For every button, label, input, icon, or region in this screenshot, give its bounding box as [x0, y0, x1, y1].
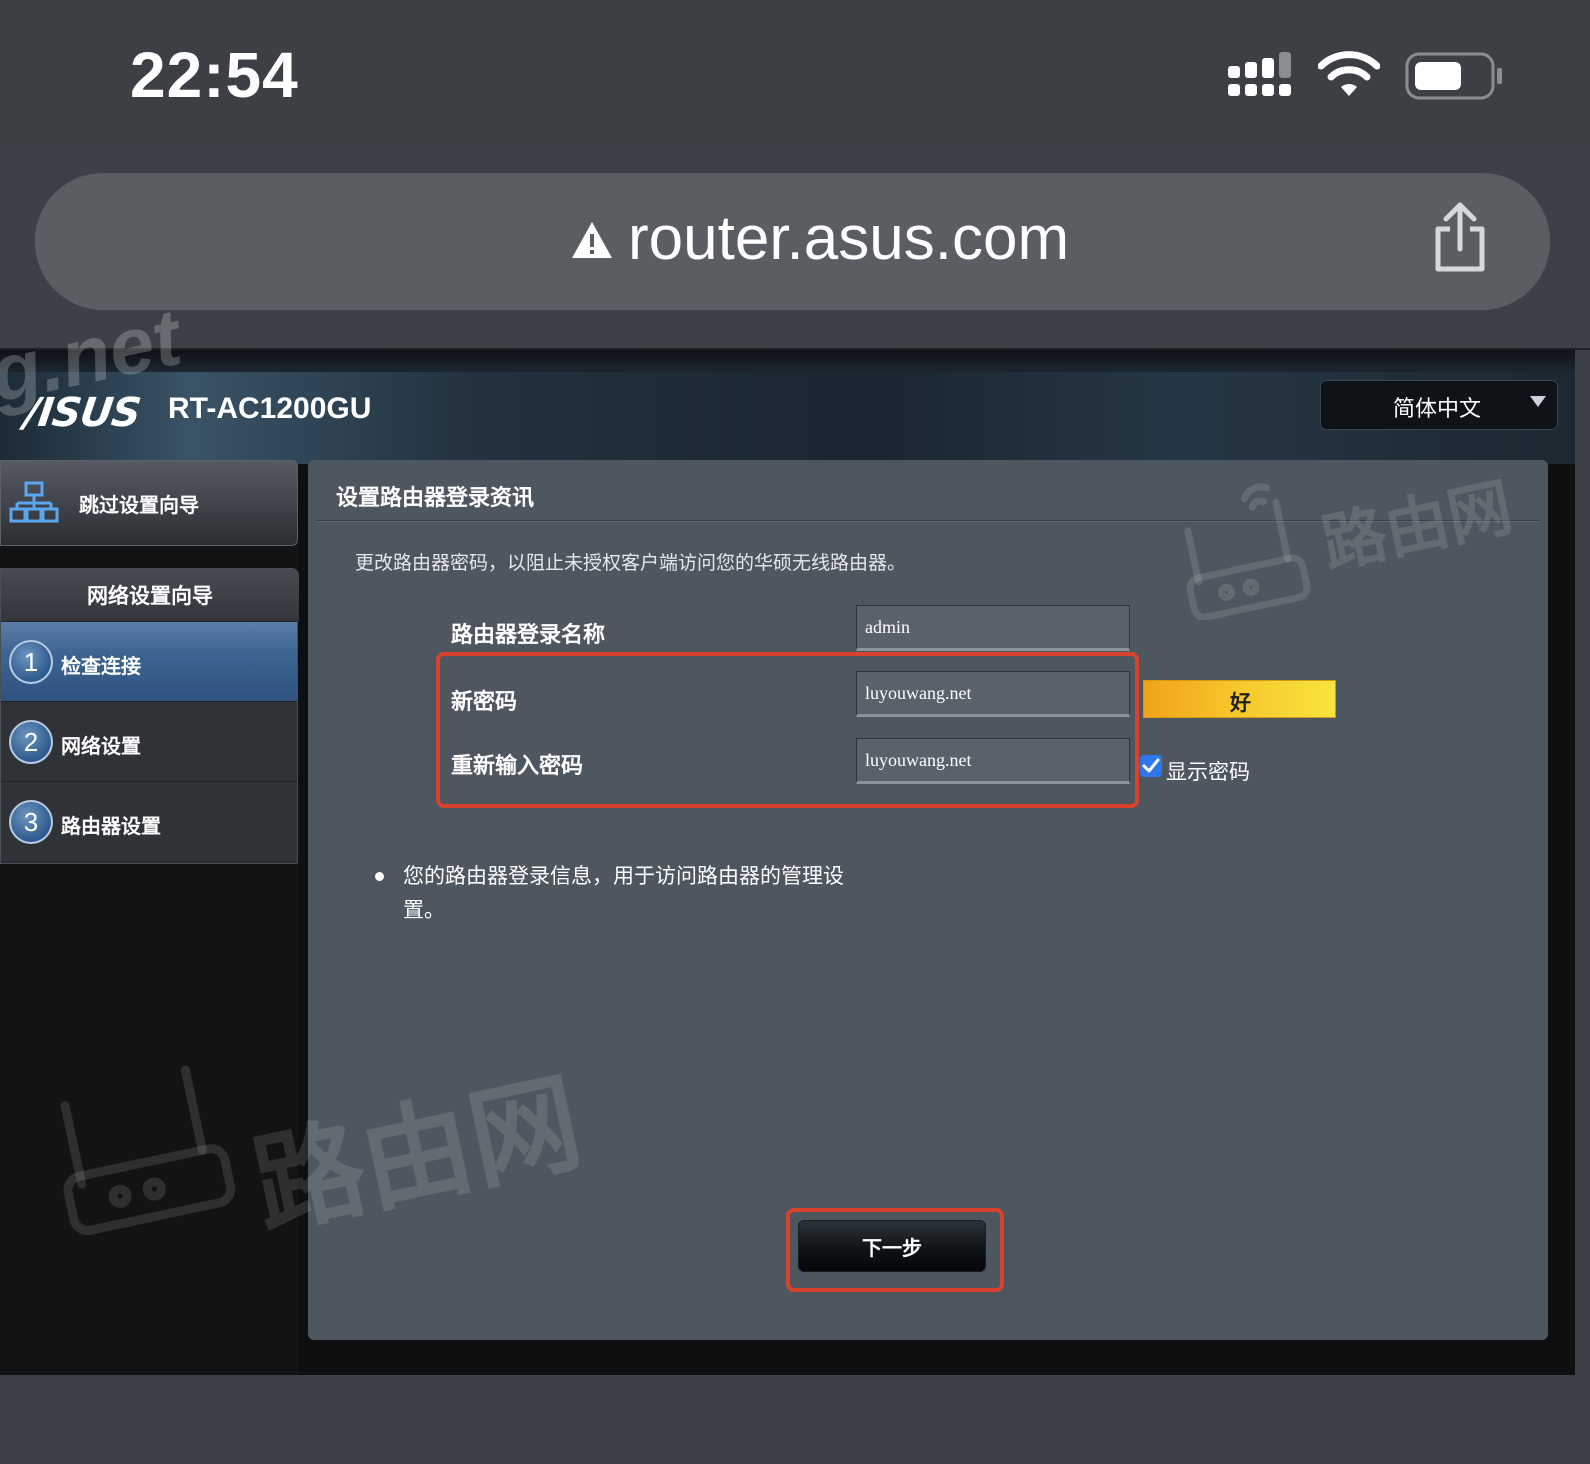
annotation-highlight-password-fields — [436, 652, 1139, 808]
url-text: router.asus.com — [628, 204, 1070, 273]
step-number-badge: 3 — [9, 800, 53, 844]
password-strength-meter: 好 — [1143, 680, 1336, 718]
wizard-step-router-settings[interactable]: 3 路由器设置 — [1, 781, 297, 861]
skip-wizard-button[interactable]: 跳过设置向导 — [0, 460, 298, 546]
username-input[interactable] — [856, 605, 1130, 651]
header-top-edge — [0, 350, 1575, 372]
warning-icon — [572, 222, 612, 258]
watermark-router-icon — [1184, 483, 1311, 620]
network-icon — [9, 481, 59, 523]
phone-status-bar: 22:54 — [0, 0, 1590, 150]
wizard-title: 网络设置向导 — [1, 569, 299, 621]
watermark-router-icon — [60, 1065, 236, 1235]
show-password-checkbox[interactable] — [1140, 755, 1162, 777]
chevron-down-icon — [1530, 396, 1546, 407]
share-icon[interactable] — [1430, 201, 1490, 275]
panel-title: 设置路由器登录资讯 — [336, 485, 535, 510]
model-name: RT-AC1200GU — [168, 392, 372, 425]
wizard-step-check-connection[interactable]: 1 检查连接 — [1, 621, 297, 701]
wizard-step-label: 网络设置 — [61, 736, 141, 758]
wifi-icon — [1318, 51, 1380, 96]
username-label: 路由器登录名称 — [451, 622, 606, 647]
panel-description: 更改路由器密码，以阻止未授权客户端访问您的华硕无线路由器。 — [355, 553, 907, 574]
skip-wizard-label: 跳过设置向导 — [79, 495, 199, 517]
checkmark-icon — [1142, 758, 1160, 773]
password-strength-label: 好 — [1230, 692, 1251, 715]
cellular-signal-icon — [1228, 52, 1291, 96]
step-number-badge: 2 — [9, 720, 53, 764]
wizard-steps-panel: 网络设置向导 1 检查连接 2 网络设置 3 路由器设置 — [0, 568, 299, 864]
bullet-dot — [375, 872, 384, 881]
login-info-note: 您的路由器登录信息，用于访问路由器的管理设置。 — [403, 865, 844, 922]
next-button[interactable]: 下一步 — [798, 1220, 986, 1272]
wizard-step-network-settings[interactable]: 2 网络设置 — [1, 701, 297, 781]
language-label: 简体中文 — [1393, 396, 1482, 421]
battery-icon — [1405, 52, 1502, 100]
wizard-step-label: 路由器设置 — [61, 816, 161, 838]
router-header: /ISUS RT-AC1200GU 简体中文 — [0, 372, 1575, 464]
address-bar[interactable]: router.asus.com — [35, 173, 1550, 310]
wizard-step-label: 检查连接 — [61, 656, 141, 678]
step-number-badge: 1 — [9, 640, 53, 684]
status-time: 22:54 — [130, 39, 299, 111]
language-select[interactable]: 简体中文 — [1320, 380, 1558, 430]
show-password-label[interactable]: 显示密码 — [1166, 756, 1250, 786]
browser-bottom-area — [0, 1375, 1590, 1464]
